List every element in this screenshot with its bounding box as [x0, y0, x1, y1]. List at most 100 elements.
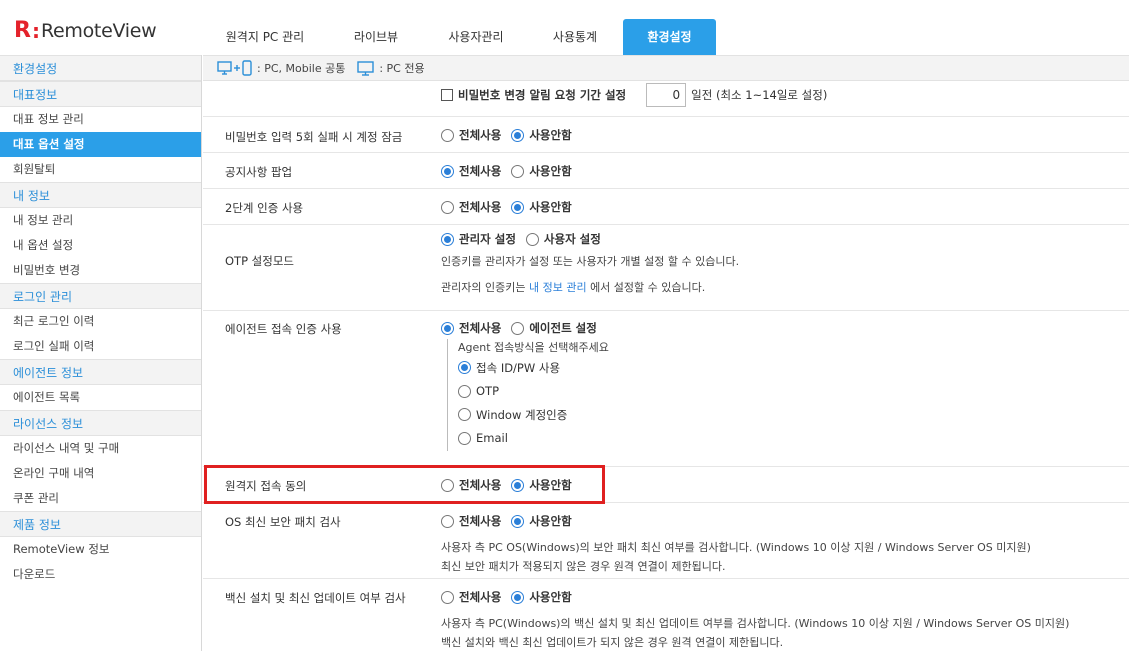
account-lock-label: 비밀번호 입력 5회 실패 시 계정 잠금: [225, 130, 403, 144]
remote-consent-all-option[interactable]: 전체사용: [441, 477, 501, 493]
row-account-lock: 비밀번호 입력 5회 실패 시 계정 잠금 전체사용 사용안함: [203, 117, 1129, 153]
radio-selected-icon[interactable]: [511, 590, 525, 604]
tab-remote-pc[interactable]: 원격지 PC 관리: [203, 19, 327, 55]
radio-icon[interactable]: [441, 514, 454, 528]
option-label: 접속 ID/PW 사용: [476, 360, 561, 375]
sidebar-section-head[interactable]: 에이전트 정보: [0, 359, 201, 385]
option-label: 사용안함: [529, 590, 572, 604]
account-lock-all-option[interactable]: 전체사용: [441, 127, 501, 143]
notice-popup-none-option[interactable]: 사용안함: [511, 163, 572, 179]
option-label: Email: [476, 431, 508, 446]
os-patch-label: OS 최신 보안 패치 검사: [225, 515, 341, 529]
sidebar-section-head[interactable]: 대표정보: [0, 81, 201, 107]
radio-selected-icon[interactable]: [511, 128, 525, 142]
agent-method-email-option[interactable]: Email: [458, 427, 609, 451]
agent-method-otp-option[interactable]: OTP: [458, 380, 609, 404]
agent-method-window-option[interactable]: Window 계정인증: [458, 403, 609, 427]
radio-icon[interactable]: [441, 590, 454, 604]
row-os-patch: OS 최신 보안 패치 검사 전체사용 사용안함 사용자 측 PC OS(Win…: [203, 503, 1129, 579]
radio-selected-icon[interactable]: [511, 478, 525, 492]
radio-icon[interactable]: [441, 200, 454, 214]
sidebar-section-head[interactable]: 내 정보: [0, 182, 201, 208]
remote-consent-none-option[interactable]: 사용안함: [511, 477, 572, 493]
radio-icon[interactable]: [458, 408, 471, 422]
account-lock-none-option[interactable]: 사용안함: [511, 127, 572, 143]
agent-method-idpw-option[interactable]: 접속 ID/PW 사용: [458, 356, 609, 380]
radio-icon[interactable]: [511, 321, 525, 335]
logo[interactable]: R: RemoteView: [14, 18, 157, 44]
password-notice-days-input[interactable]: 0: [646, 83, 687, 107]
radio-selected-icon[interactable]: [441, 232, 454, 246]
radio-icon[interactable]: [511, 164, 525, 178]
sidebar-item[interactable]: 최근 로그인 이력: [0, 309, 201, 334]
vaccine-check-none-option[interactable]: 사용안함: [511, 589, 572, 605]
logo-colon: :: [31, 19, 40, 43]
notice-popup-label: 공지사항 팝업: [225, 165, 293, 179]
otp-desc-2-pre: 관리자의 인증키는: [441, 281, 526, 294]
option-label: Window 계정인증: [476, 407, 568, 422]
sidebar-item[interactable]: 라이선스 내역 및 구매: [0, 436, 201, 461]
two-factor-none-option[interactable]: 사용안함: [511, 199, 572, 215]
two-factor-all-option[interactable]: 전체사용: [441, 199, 501, 215]
sidebar-item[interactable]: 내 옵션 설정: [0, 233, 201, 258]
otp-desc-1: 인증키를 관리자가 설정 또는 사용자가 개별 설정 할 수 있습니다.: [441, 255, 740, 268]
tab-statistics[interactable]: 사용통계: [527, 19, 623, 55]
sidebar-item[interactable]: 쿠폰 관리: [0, 486, 201, 511]
radio-selected-icon[interactable]: [441, 164, 454, 178]
sidebar-item[interactable]: 내 정보 관리: [0, 208, 201, 233]
logo-mark: R: [14, 18, 31, 43]
radio-icon[interactable]: [441, 478, 454, 492]
password-notice-checkbox[interactable]: [441, 89, 453, 101]
radio-selected-icon[interactable]: [441, 321, 454, 335]
sidebar-item[interactable]: 로그인 실패 이력: [0, 334, 201, 359]
sidebar-section-head[interactable]: 제품 정보: [0, 511, 201, 537]
row-otp-mode: OTP 설정모드 관리자 설정 사용자 설정 인증키를 관리자가 설정 또는 사…: [203, 225, 1129, 311]
agent-auth-label: 에이전트 접속 인증 사용: [225, 322, 342, 336]
tab-liveview[interactable]: 라이브뷰: [327, 19, 425, 55]
legend-pc-text: : PC 전용: [379, 62, 425, 75]
sidebar-item[interactable]: 다운로드: [0, 562, 201, 587]
sidebar-item[interactable]: RemoteView 정보: [0, 537, 201, 562]
agent-auth-options: 전체사용 에이전트 설정: [441, 320, 607, 336]
radio-selected-icon[interactable]: [511, 514, 525, 528]
agent-auth-agent-option[interactable]: 에이전트 설정: [511, 320, 597, 336]
radio-icon[interactable]: [458, 384, 471, 398]
sidebar-item[interactable]: 회원탈퇴: [0, 157, 201, 182]
remote-consent-options: 전체사용 사용안함: [441, 477, 582, 493]
agent-auth-all-option[interactable]: 전체사용: [441, 320, 501, 336]
tab-users[interactable]: 사용자관리: [425, 19, 527, 55]
otp-desc-2: 관리자의 인증키는 내 정보 관리 에서 설정할 수 있습니다.: [441, 279, 705, 295]
radio-icon[interactable]: [458, 431, 471, 445]
option-label: 사용안함: [529, 128, 572, 142]
otp-mode-options: 관리자 설정 사용자 설정: [441, 231, 611, 247]
os-patch-none-option[interactable]: 사용안함: [511, 513, 572, 529]
sidebar-section-head[interactable]: 로그인 관리: [0, 283, 201, 309]
password-notice-label: 비밀번호 변경 알림 요청 기간 설정: [458, 88, 627, 102]
notice-popup-all-option[interactable]: 전체사용: [441, 163, 501, 179]
sidebar-item[interactable]: 대표 정보 관리: [0, 107, 201, 132]
radio-selected-icon[interactable]: [458, 361, 471, 375]
sidebar-item[interactable]: 온라인 구매 내역: [0, 461, 201, 486]
row-vaccine-check: 백신 설치 및 최신 업데이트 여부 검사 전체사용 사용안함 사용자 측 PC…: [203, 579, 1129, 651]
sidebar-title[interactable]: 환경설정: [0, 55, 201, 81]
sidebar-section-head[interactable]: 라이선스 정보: [0, 410, 201, 436]
os-patch-desc-2: 최신 보안 패치가 적용되지 않은 경우 원격 연결이 제한됩니다.: [441, 560, 726, 573]
vaccine-check-all-option[interactable]: 전체사용: [441, 589, 501, 605]
two-factor-options: 전체사용 사용안함: [441, 199, 582, 215]
radio-icon[interactable]: [525, 232, 539, 246]
os-patch-all-option[interactable]: 전체사용: [441, 513, 501, 529]
sidebar-item[interactable]: 비밀번호 변경: [0, 258, 201, 283]
my-info-link[interactable]: 내 정보 관리: [529, 281, 587, 294]
tab-settings[interactable]: 환경설정: [623, 19, 716, 55]
option-label: 사용안함: [529, 478, 572, 492]
sidebar-item-active[interactable]: 대표 옵션 설정: [0, 132, 201, 157]
agent-method-group: Agent 접속방식을 선택해주세요 접속 ID/PW 사용 OTP Windo…: [447, 339, 609, 451]
otp-admin-option[interactable]: 관리자 설정: [441, 231, 516, 247]
password-notice-control: 비밀번호 변경 알림 요청 기간 설정 0 일전 (최소 1~14일로 설정): [441, 83, 827, 107]
remote-consent-label: 원격지 접속 동의: [225, 479, 307, 493]
otp-user-option[interactable]: 사용자 설정: [525, 231, 601, 247]
sidebar-item[interactable]: 에이전트 목록: [0, 385, 201, 410]
radio-selected-icon[interactable]: [511, 200, 525, 214]
radio-icon[interactable]: [441, 128, 454, 142]
otp-desc-2-post: 에서 설정할 수 있습니다.: [590, 281, 706, 294]
